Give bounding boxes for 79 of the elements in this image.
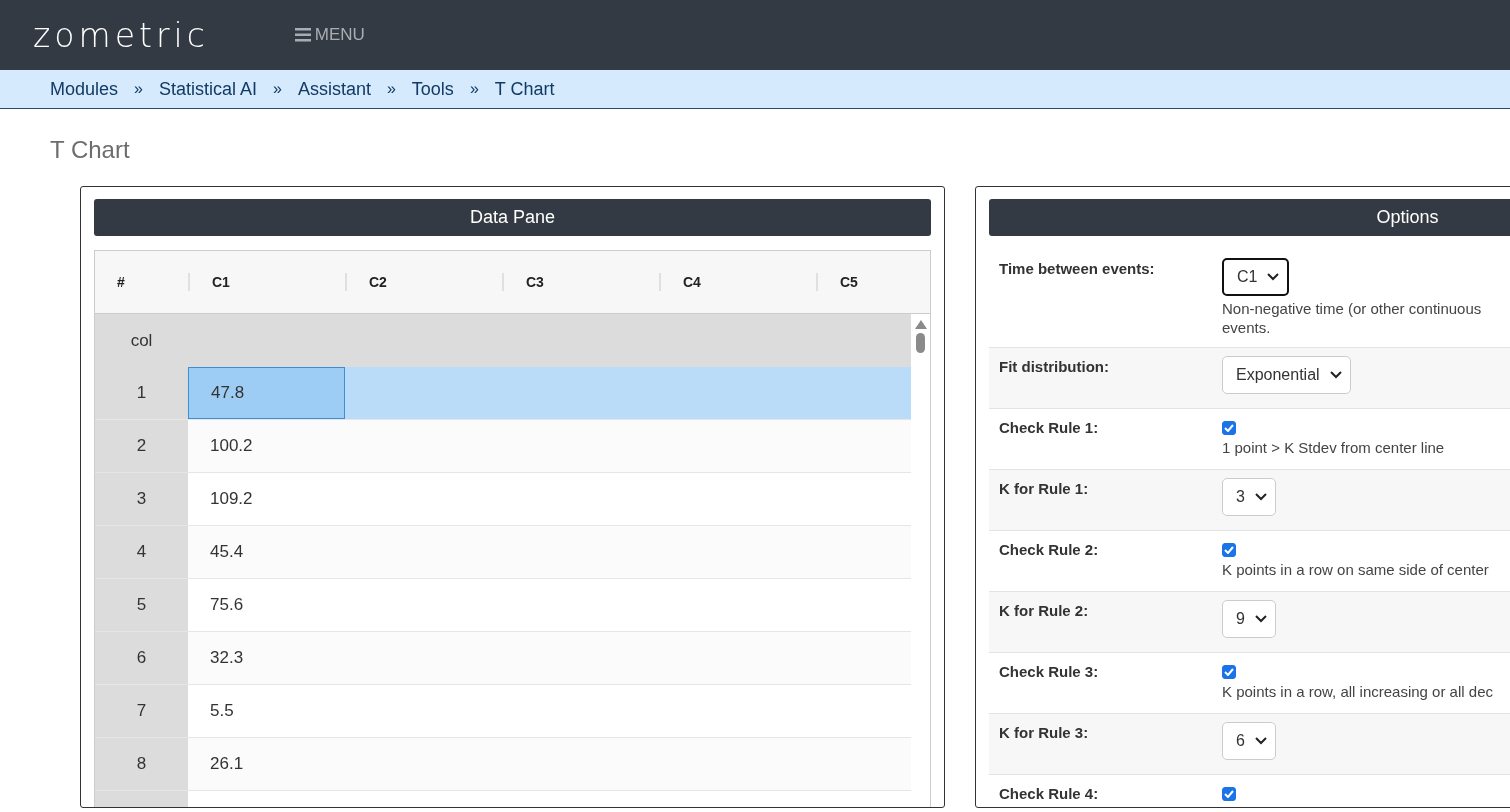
- checkmark-icon: [1224, 790, 1234, 798]
- row-number: 6: [95, 632, 188, 684]
- row-number: 2: [95, 420, 188, 472]
- breadcrumb-separator: »: [469, 80, 479, 98]
- chevron-down-icon: [1329, 371, 1342, 379]
- option-hint: events.: [1222, 318, 1272, 337]
- table-row[interactable]: 3 109.2: [95, 473, 911, 526]
- table-row[interactable]: 7 5.5: [95, 685, 911, 738]
- checkbox[interactable]: [1222, 421, 1236, 435]
- chevron-down-icon: [1267, 273, 1280, 281]
- checkbox[interactable]: [1222, 787, 1236, 801]
- table-row[interactable]: 5 75.6: [95, 579, 911, 632]
- table-cell[interactable]: 75.6: [188, 579, 345, 631]
- select-dropdown[interactable]: 6: [1222, 722, 1276, 760]
- select-dropdown[interactable]: Exponential: [1222, 356, 1351, 394]
- column-header[interactable]: C2: [345, 273, 502, 291]
- table-cell[interactable]: 32.3: [188, 632, 345, 684]
- column-header[interactable]: C1: [188, 273, 345, 291]
- option-label: K for Rule 3:: [999, 723, 1090, 743]
- menu-button[interactable]: MENU: [294, 25, 365, 45]
- table-row[interactable]: 2 100.2: [95, 420, 911, 473]
- option-hint: Non-negative time (or other continuous: [1222, 299, 1482, 318]
- menu-icon: [294, 28, 311, 42]
- select-dropdown[interactable]: 9: [1222, 600, 1276, 638]
- row-number: 4: [95, 526, 188, 578]
- checkmark-icon: [1224, 546, 1234, 554]
- column-header[interactable]: #: [95, 251, 188, 313]
- column-header[interactable]: C5: [816, 273, 930, 291]
- option-hint: K points in a row on same side of center: [1222, 560, 1489, 579]
- table-cell[interactable]: 109.2: [188, 473, 345, 525]
- table-row[interactable]: 8 26.1: [95, 738, 911, 791]
- table-cell[interactable]: 5.5: [188, 685, 345, 737]
- option-label: Check Rule 3:: [999, 662, 1100, 682]
- scrollbar-thumb[interactable]: [916, 333, 925, 353]
- breadcrumb-link[interactable]: Statistical AI: [158, 78, 257, 100]
- option-label: K for Rule 1:: [999, 479, 1090, 499]
- breadcrumb-link[interactable]: Modules: [50, 78, 119, 100]
- row-number: 8: [95, 738, 188, 790]
- checkbox[interactable]: [1222, 665, 1236, 679]
- column-header[interactable]: C3: [502, 273, 659, 291]
- table-cell[interactable]: 100.2: [188, 420, 345, 472]
- chevron-down-icon: [1254, 737, 1267, 745]
- select-dropdown[interactable]: C1: [1222, 258, 1290, 296]
- checkbox[interactable]: [1222, 543, 1236, 557]
- breadcrumb-separator: »: [386, 80, 396, 98]
- breadcrumb-link[interactable]: T Chart: [494, 78, 555, 100]
- logo[interactable]: zometric: [33, 15, 209, 55]
- table-row[interactable]: 4 45.4: [95, 526, 911, 579]
- table-cell[interactable]: 45.4: [188, 526, 345, 578]
- breadcrumb-link[interactable]: Assistant: [297, 78, 371, 100]
- table-row[interactable]: 6 32.3: [95, 632, 911, 685]
- breadcrumb-link[interactable]: Tools: [411, 78, 454, 100]
- option-label: Check Rule 1:: [999, 418, 1100, 438]
- panel-header: Options: [989, 199, 1510, 236]
- option-label: K for Rule 2:: [999, 601, 1090, 621]
- option-label: Time between events:: [999, 259, 1156, 279]
- chevron-down-icon: [1254, 493, 1267, 501]
- panel-header: Data Pane: [94, 199, 931, 236]
- row-number: 3: [95, 473, 188, 525]
- option-hint: K points in a row, all increasing or all dec: [1222, 682, 1493, 701]
- table-row[interactable]: 1 47.8: [95, 367, 911, 420]
- option-hint: 1 point > K Stdev from center line: [1222, 438, 1445, 457]
- breadcrumb-separator: »: [134, 80, 143, 98]
- chevron-down-icon: [1254, 615, 1267, 623]
- breadcrumb-separator: »: [273, 80, 282, 98]
- table-cell[interactable]: 26.1: [188, 738, 345, 790]
- scroll-up-icon[interactable]: [914, 320, 927, 329]
- option-label: Check Rule 2:: [999, 540, 1100, 560]
- page-title: T Chart: [49, 135, 131, 162]
- row-number: 1: [95, 367, 188, 419]
- select-dropdown[interactable]: 3: [1222, 478, 1276, 516]
- option-label: Check Rule 4:: [999, 784, 1100, 804]
- checkmark-icon: [1224, 668, 1234, 676]
- checkmark-icon: [1224, 424, 1234, 432]
- option-label: Fit distribution:: [999, 357, 1110, 377]
- column-header[interactable]: C4: [659, 273, 816, 291]
- row-number: 7: [95, 685, 188, 737]
- row-number: 5: [95, 579, 188, 631]
- table-cell[interactable]: 47.8: [188, 367, 345, 419]
